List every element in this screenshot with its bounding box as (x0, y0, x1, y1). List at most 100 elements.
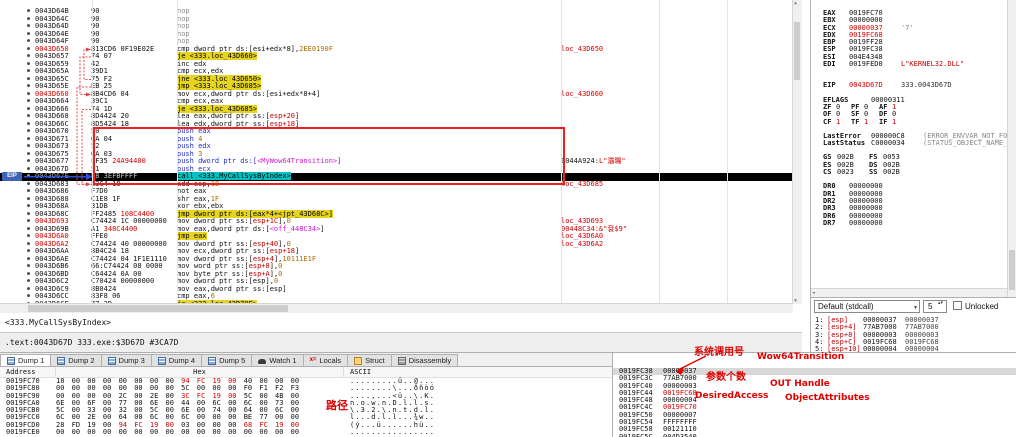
dump-hex: 00 00 00 00 00 00 00 00 00 00 00 00 00 0… (56, 429, 344, 436)
locals-icon (310, 357, 317, 365)
breakpoint-dot-icon[interactable] (27, 233, 35, 241)
breakpoint-dot-icon[interactable] (27, 121, 35, 129)
instruction-text: mov eax,dword ptr ds:[<off_448C34>] (177, 226, 561, 234)
breakpoint-dot-icon[interactable] (27, 248, 35, 256)
breakpoint-dot-icon[interactable] (27, 8, 35, 16)
watch-icon (258, 359, 266, 364)
disasm-row[interactable]: 0043D64D90nop (0, 23, 792, 31)
disasm-row[interactable]: 0043D65774 07je <333.loc_43D660> (0, 53, 792, 61)
disassembly-rows: 0043D64B90nop0043D64C90nop0043D64D90nop0… (0, 8, 792, 314)
breakpoint-dot-icon[interactable] (27, 53, 35, 61)
register-row[interactable]: EIP0043D67D333.0043D67D (823, 82, 1006, 89)
breakpoint-dot-icon[interactable] (27, 91, 35, 99)
breakpoint-dot-icon[interactable] (27, 188, 35, 196)
dump-address: 0019FCE0 (0, 429, 56, 436)
dump-row[interactable]: 0019FCE000 00 00 00 00 00 00 00 00 00 00… (0, 429, 612, 436)
instruction-text: je <333.loc_43D660> (177, 53, 561, 61)
breakpoint-dot-icon[interactable] (27, 211, 35, 219)
breakpoint-dot-icon[interactable] (27, 38, 35, 46)
unlock-label: Unlocked (965, 302, 998, 311)
instruction-bytes: 6A 04 (91, 136, 177, 144)
breakpoint-dot-icon[interactable] (27, 226, 35, 234)
breakpoint-dot-icon[interactable] (27, 46, 35, 54)
disasm-row[interactable]: 0043D64B90nop (0, 8, 792, 16)
disasm-row[interactable]: 0043D6CC83F8 06cmp eax,6 (0, 293, 792, 301)
disasm-horizontal-scrollbar[interactable] (0, 303, 793, 313)
breakpoint-dot-icon[interactable] (27, 158, 35, 166)
instruction-text: nop (177, 8, 561, 16)
breakpoint-dot-icon[interactable] (27, 68, 35, 76)
disasm-row[interactable]: 0043D65C75 F2jne <333.loc_43D650> (0, 76, 792, 84)
unlock-checkbox[interactable]: Unlocked (953, 301, 1011, 311)
breakpoint-dot-icon[interactable] (27, 136, 35, 144)
scrollbar-thumb[interactable] (28, 305, 288, 312)
breakpoint-dot-icon[interactable] (27, 83, 35, 91)
dump-pane[interactable]: AddressHexASCII 0019FC7018 00 00 00 00 0… (0, 366, 612, 437)
register-row[interactable]: LastStatusC0000034(STATUS_OBJECT_NAME_ (823, 140, 1006, 147)
annotation-desired-access: DesiredAccess (695, 391, 768, 401)
breakpoint-dot-icon[interactable] (27, 263, 35, 271)
breakpoint-dot-icon[interactable] (27, 166, 35, 174)
breakpoint-dot-icon[interactable] (27, 256, 35, 264)
disasm-vertical-scrollbar[interactable] (792, 0, 802, 304)
column-divider (177, 0, 178, 303)
breakpoint-dot-icon[interactable] (27, 196, 35, 204)
breakpoint-dot-icon[interactable] (27, 98, 35, 106)
breakpoint-dot-icon[interactable] (27, 143, 35, 151)
register-name: DR7 (823, 220, 849, 227)
scrollbar-thumb[interactable] (794, 22, 800, 80)
breakpoint-dot-icon[interactable] (27, 76, 35, 84)
checkbox-icon[interactable] (953, 301, 962, 310)
disassembly-pane[interactable]: 0043D64B90nop0043D64C90nop0043D64D90nop0… (0, 0, 802, 314)
disasm-row[interactable]: 0043D677FF35 24A94400push dword ptr ds:[… (0, 158, 792, 166)
disasm-row[interactable]: 0043D64E90nop (0, 31, 792, 39)
breakpoint-dot-icon[interactable] (27, 286, 35, 294)
arg-count-spinner[interactable]: 5 (923, 300, 947, 313)
scrollbar-thumb[interactable] (1009, 250, 1015, 290)
breakpoint-dot-icon[interactable] (27, 61, 35, 69)
disasm-row[interactable]: 0043D6C2C70424 00000000mov dword ptr ss:… (0, 278, 792, 286)
breakpoint-dot-icon[interactable] (27, 23, 35, 31)
status-function-label: <333.MyCallSysByIndex> (0, 313, 802, 332)
disasm-row[interactable]: 0043D688C1E8 1Fshr eax,1F (0, 196, 792, 204)
breakpoint-dot-icon[interactable] (27, 181, 35, 189)
breakpoint-dot-icon[interactable] (27, 293, 35, 301)
breakpoint-dot-icon[interactable] (27, 151, 35, 159)
register-comment: 333.0043D67D (901, 81, 952, 89)
column-divider (727, 0, 728, 303)
disasm-row[interactable]: 0043D65942inc edx (0, 61, 792, 69)
disasm-row[interactable]: 0043D65A39D1cmp ecx,edx (0, 68, 792, 76)
calling-convention-select[interactable]: Default (stdcall) (814, 300, 920, 313)
breakpoint-dot-icon[interactable] (27, 113, 35, 121)
disasm-row[interactable]: 0043D6716A 04push 4 (0, 136, 792, 144)
registers-vertical-scrollbar[interactable] (1007, 0, 1016, 297)
disasm-row[interactable]: 0043D68383C4 18add esp,18loc_43D685 (0, 181, 792, 189)
register-value: C0000034 (871, 140, 911, 147)
registers-pane[interactable]: EAX0019FC70EBX00000000ECX00000037'7'EDX0… (810, 0, 1016, 353)
disasm-row[interactable]: 0043D69BA1 348C4400mov eax,dword ptr ds:… (0, 226, 792, 234)
disasm-row[interactable]: 0043D67352push edx (0, 143, 792, 151)
breakpoint-dot-icon[interactable] (27, 173, 35, 181)
breakpoint-dot-icon[interactable] (27, 241, 35, 249)
disasm-row[interactable]: 0043D64C90nop (0, 16, 792, 24)
register-row[interactable]: EDI0019FED0L"KERNEL32.DLL" (823, 61, 1006, 68)
instruction-comment: 0044A924:L"灞曞" (561, 158, 626, 166)
breakpoint-dot-icon[interactable] (27, 278, 35, 286)
breakpoint-dot-icon[interactable] (27, 31, 35, 39)
breakpoint-dot-icon[interactable] (27, 106, 35, 114)
disasm-row[interactable]: 0043D66439C1cmp ecx,eax (0, 98, 792, 106)
disasm-row[interactable]: 0043D67050push eax (0, 128, 792, 136)
register-row[interactable]: DR700000000 (823, 220, 1006, 227)
breakpoint-dot-icon[interactable] (27, 218, 35, 226)
breakpoint-dot-icon[interactable] (27, 271, 35, 279)
annotation-out-handle: OUT Handle (770, 379, 830, 389)
segment-row: CS0023SS002B (823, 169, 1006, 176)
breakpoint-dot-icon[interactable] (27, 128, 35, 136)
instruction-text: nop (177, 23, 561, 31)
breakpoint-dot-icon[interactable] (27, 203, 35, 211)
disasm-row[interactable]: 0043D6608B4CD6 04mov ecx,dword ptr ds:[e… (0, 91, 792, 99)
disasm-row[interactable]: 0043D650813CD6 0F19E02Ecmp dword ptr ds:… (0, 46, 792, 54)
disasm-row[interactable]: 0043D66C8D5424 18lea edx,dword ptr ss:[e… (0, 121, 792, 129)
instruction-bytes: 74 07 (91, 53, 177, 61)
breakpoint-dot-icon[interactable] (27, 16, 35, 24)
